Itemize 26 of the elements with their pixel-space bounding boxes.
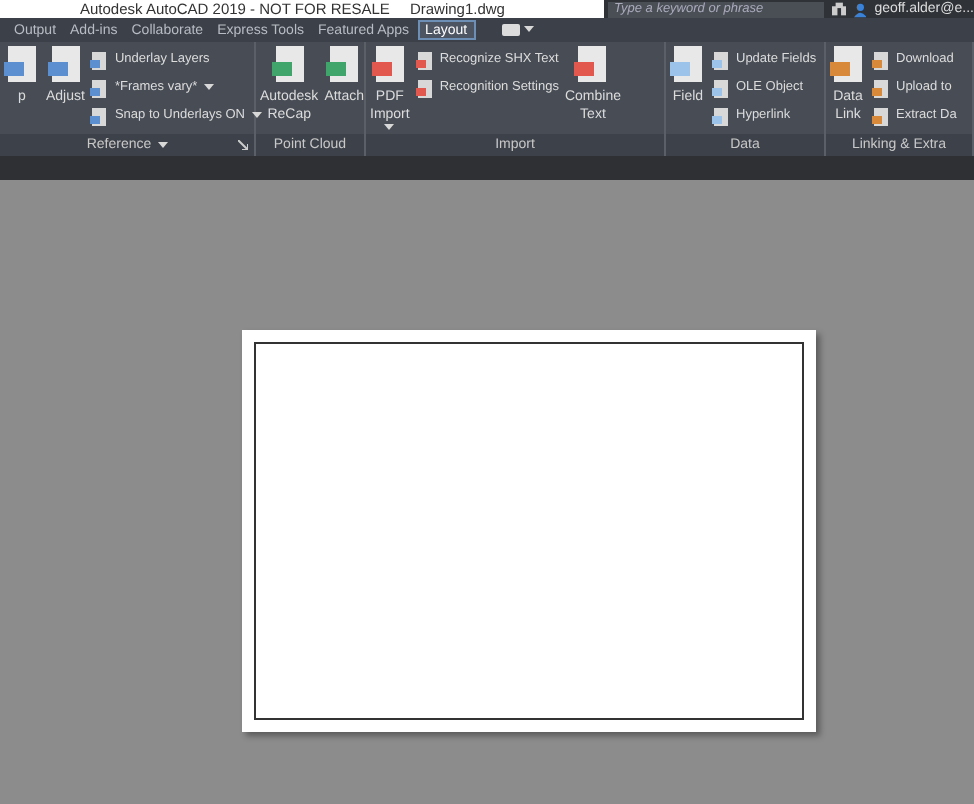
page-icon [830,46,866,86]
page-icon [872,107,890,125]
page-icon [90,51,109,69]
page-icon [712,79,730,97]
page-icon [90,107,109,125]
page-icon [574,46,611,86]
user-icon [853,1,867,17]
page-icon [415,51,434,69]
arrow-icon [238,140,248,150]
page-icon [4,46,40,86]
page-icon [872,51,890,69]
page-icon [90,79,109,97]
page-icon [712,51,730,69]
page-icon [872,79,890,97]
page-icon [670,46,706,86]
page-icon [371,46,408,86]
caret-icon [523,26,534,34]
binoculars-icon [831,2,846,16]
page-icon [47,46,84,86]
dialog-launcher-button[interactable] [238,140,248,150]
page-icon [326,46,363,86]
page-icon [271,46,308,86]
tab-options-button[interactable] [497,20,538,40]
page-icon [712,107,730,125]
page-icon [415,79,434,97]
camera-icon [501,24,520,36]
